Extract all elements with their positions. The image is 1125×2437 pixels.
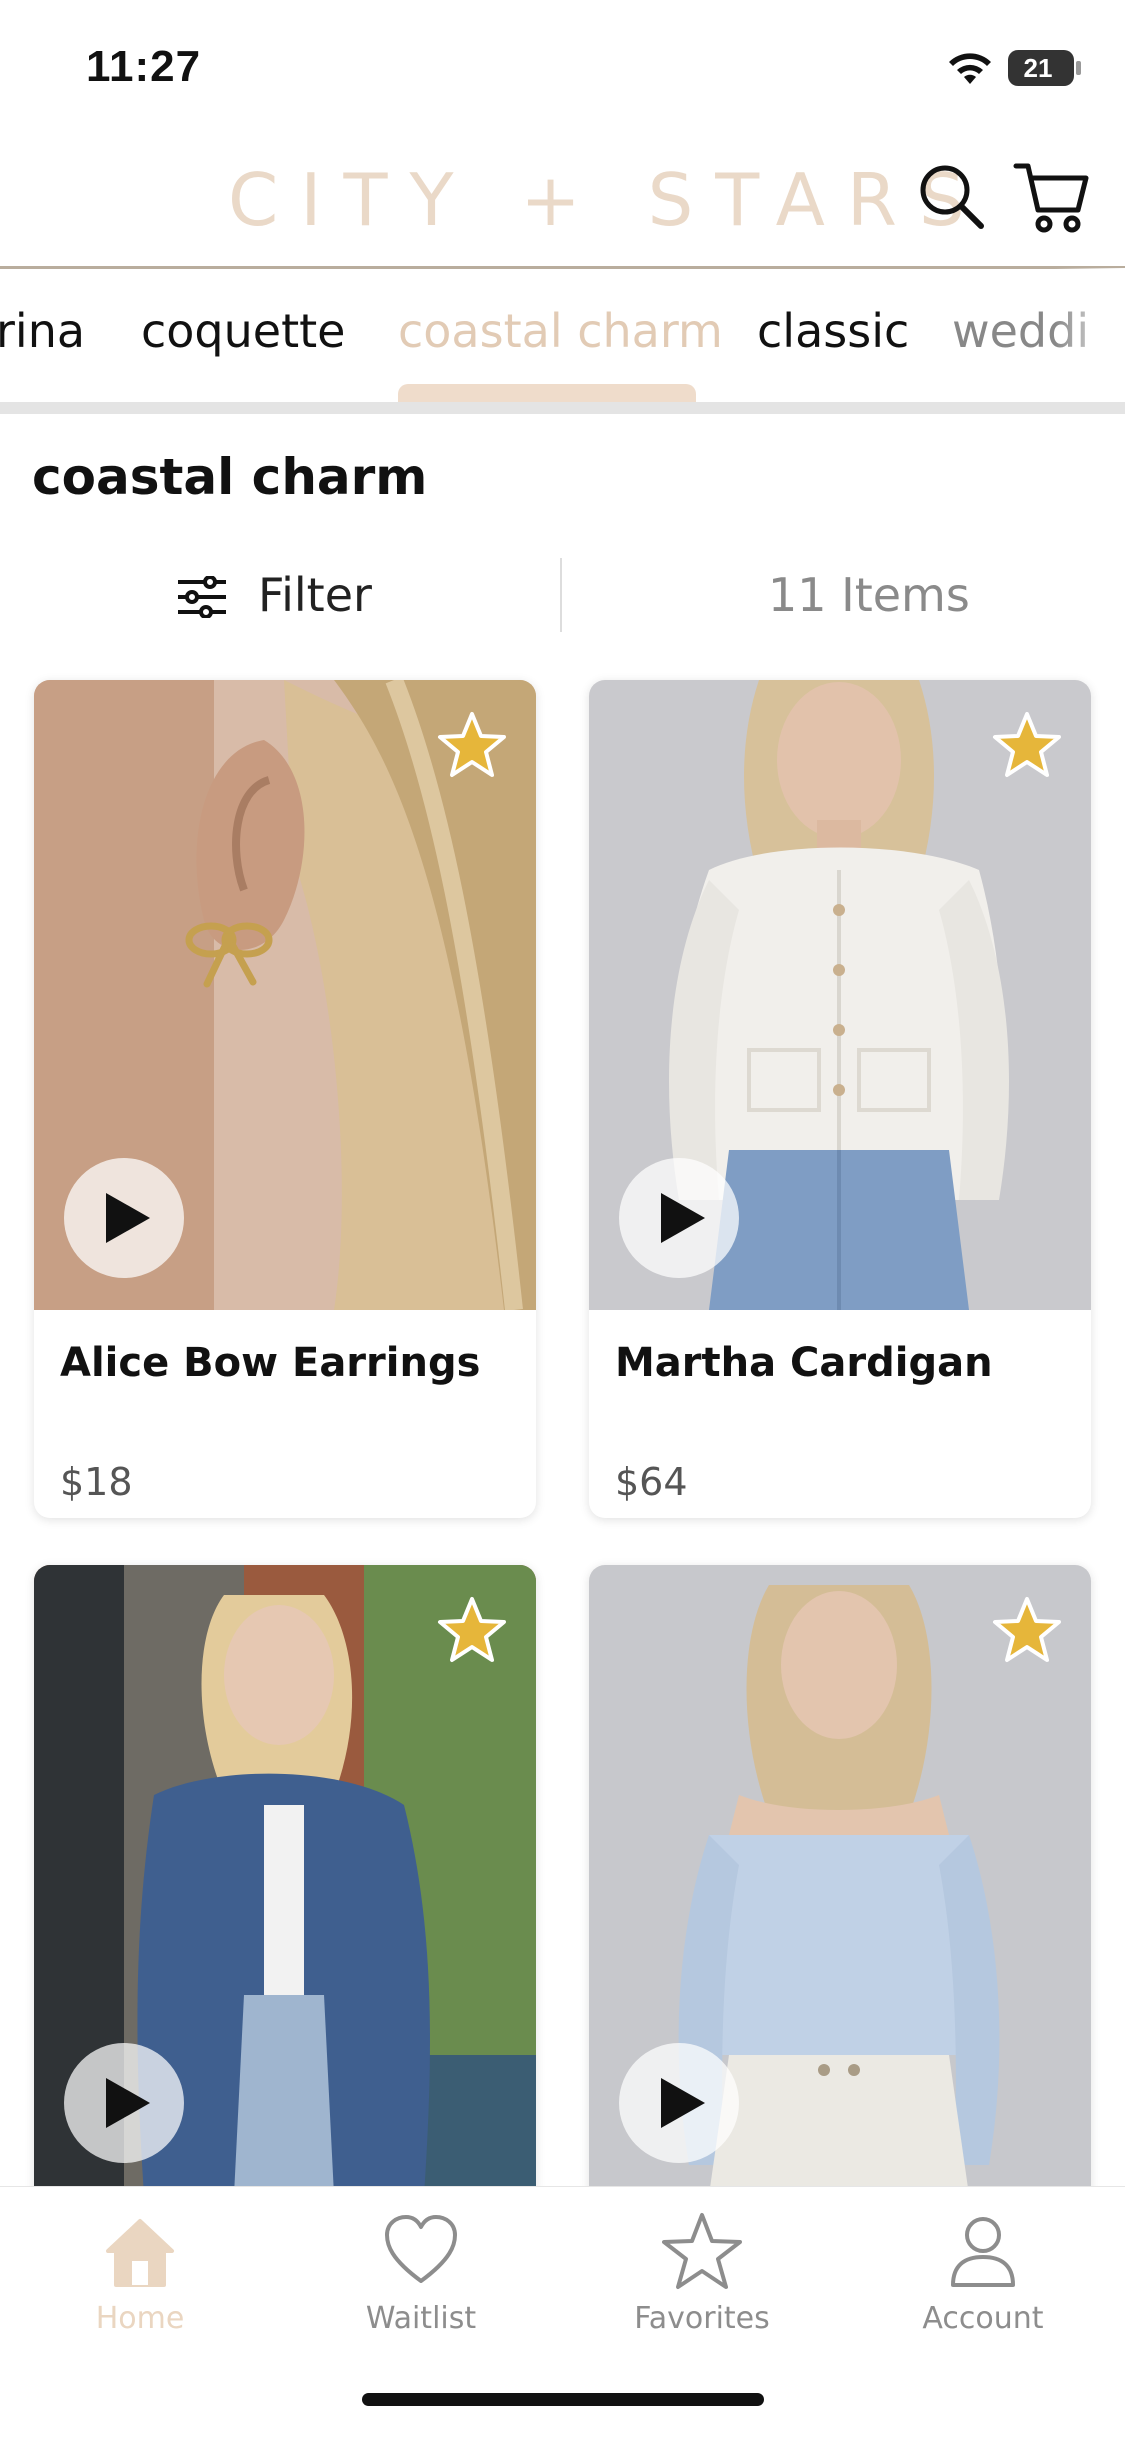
- product-price: $18: [60, 1460, 133, 1504]
- product-name[interactable]: Martha Cardigan: [615, 1340, 993, 1386]
- category-tabs: rina coquette coastal charm classic wedd…: [0, 268, 1125, 413]
- play-icon: [661, 2078, 705, 2128]
- nav-home[interactable]: Home: [40, 2201, 240, 2341]
- tab-coastal-charm[interactable]: coastal charm: [398, 304, 723, 358]
- nav-account[interactable]: Account: [883, 2201, 1083, 2341]
- product-name[interactable]: Alice Bow Earrings: [60, 1340, 480, 1386]
- play-icon: [106, 1193, 150, 1243]
- person-icon: [951, 2217, 1015, 2287]
- play-video-button[interactable]: [64, 1158, 184, 1278]
- nav-favorites-label: Favorites: [634, 2301, 770, 2336]
- product-image[interactable]: [589, 680, 1091, 1310]
- star-icon: [662, 2213, 742, 2289]
- play-video-button[interactable]: [619, 1158, 739, 1278]
- wifi-icon: [949, 53, 991, 84]
- search-icon[interactable]: [915, 160, 989, 234]
- play-video-button[interactable]: [64, 2043, 184, 2163]
- active-tab-indicator: [398, 384, 696, 404]
- battery-tip: [1076, 61, 1081, 75]
- nav-waitlist[interactable]: Waitlist: [321, 2201, 521, 2341]
- product-image[interactable]: [34, 680, 536, 1310]
- nav-account-label: Account: [922, 2301, 1044, 2336]
- play-icon: [106, 2078, 150, 2128]
- play-icon: [661, 1193, 705, 1243]
- tab-fade: [1055, 268, 1125, 413]
- product-image[interactable]: [34, 1565, 536, 2195]
- product-card[interactable]: Martha Cardigan $64: [589, 680, 1091, 1518]
- nav-waitlist-label: Waitlist: [365, 2301, 477, 2336]
- heart-icon: [385, 2215, 457, 2283]
- battery-level: 21: [1023, 53, 1053, 83]
- tab-classic[interactable]: classic: [757, 304, 909, 358]
- app-header: CITY + STARS: [0, 130, 1125, 269]
- product-price: $64: [615, 1460, 688, 1504]
- nav-favorites[interactable]: Favorites: [602, 2201, 802, 2341]
- battery-icon: 21: [1008, 50, 1074, 86]
- favorite-star-icon[interactable]: [991, 710, 1063, 782]
- filter-divider: [560, 558, 562, 632]
- nav-home-label: Home: [95, 2301, 185, 2336]
- tabs-divider: [0, 402, 1125, 414]
- product-image[interactable]: [589, 1565, 1091, 2195]
- product-card[interactable]: [34, 1565, 536, 2265]
- filter-row: Filter 11 Items: [0, 556, 1125, 636]
- cart-icon[interactable]: [1012, 158, 1092, 238]
- play-video-button[interactable]: [619, 2043, 739, 2163]
- sliders-icon: [178, 576, 226, 618]
- favorite-star-icon[interactable]: [436, 1595, 508, 1667]
- filter-button[interactable]: Filter: [176, 556, 396, 636]
- filter-label: Filter: [258, 568, 372, 622]
- home-indicator[interactable]: [362, 2393, 764, 2406]
- product-card[interactable]: Alice Bow Earrings $18: [34, 680, 536, 1518]
- home-icon: [106, 2219, 174, 2287]
- brand-logo[interactable]: CITY + STARS: [228, 158, 987, 242]
- favorite-star-icon[interactable]: [436, 710, 508, 782]
- favorite-star-icon[interactable]: [991, 1595, 1063, 1667]
- tab-rina[interactable]: rina: [0, 304, 85, 358]
- product-card[interactable]: [589, 1565, 1091, 2265]
- status-time: 11:27: [86, 42, 202, 91]
- status-bar: 11:27 21: [0, 0, 1125, 130]
- items-count: 11 Items: [768, 568, 970, 622]
- section-title: coastal charm: [32, 448, 428, 506]
- tab-coquette[interactable]: coquette: [141, 304, 345, 358]
